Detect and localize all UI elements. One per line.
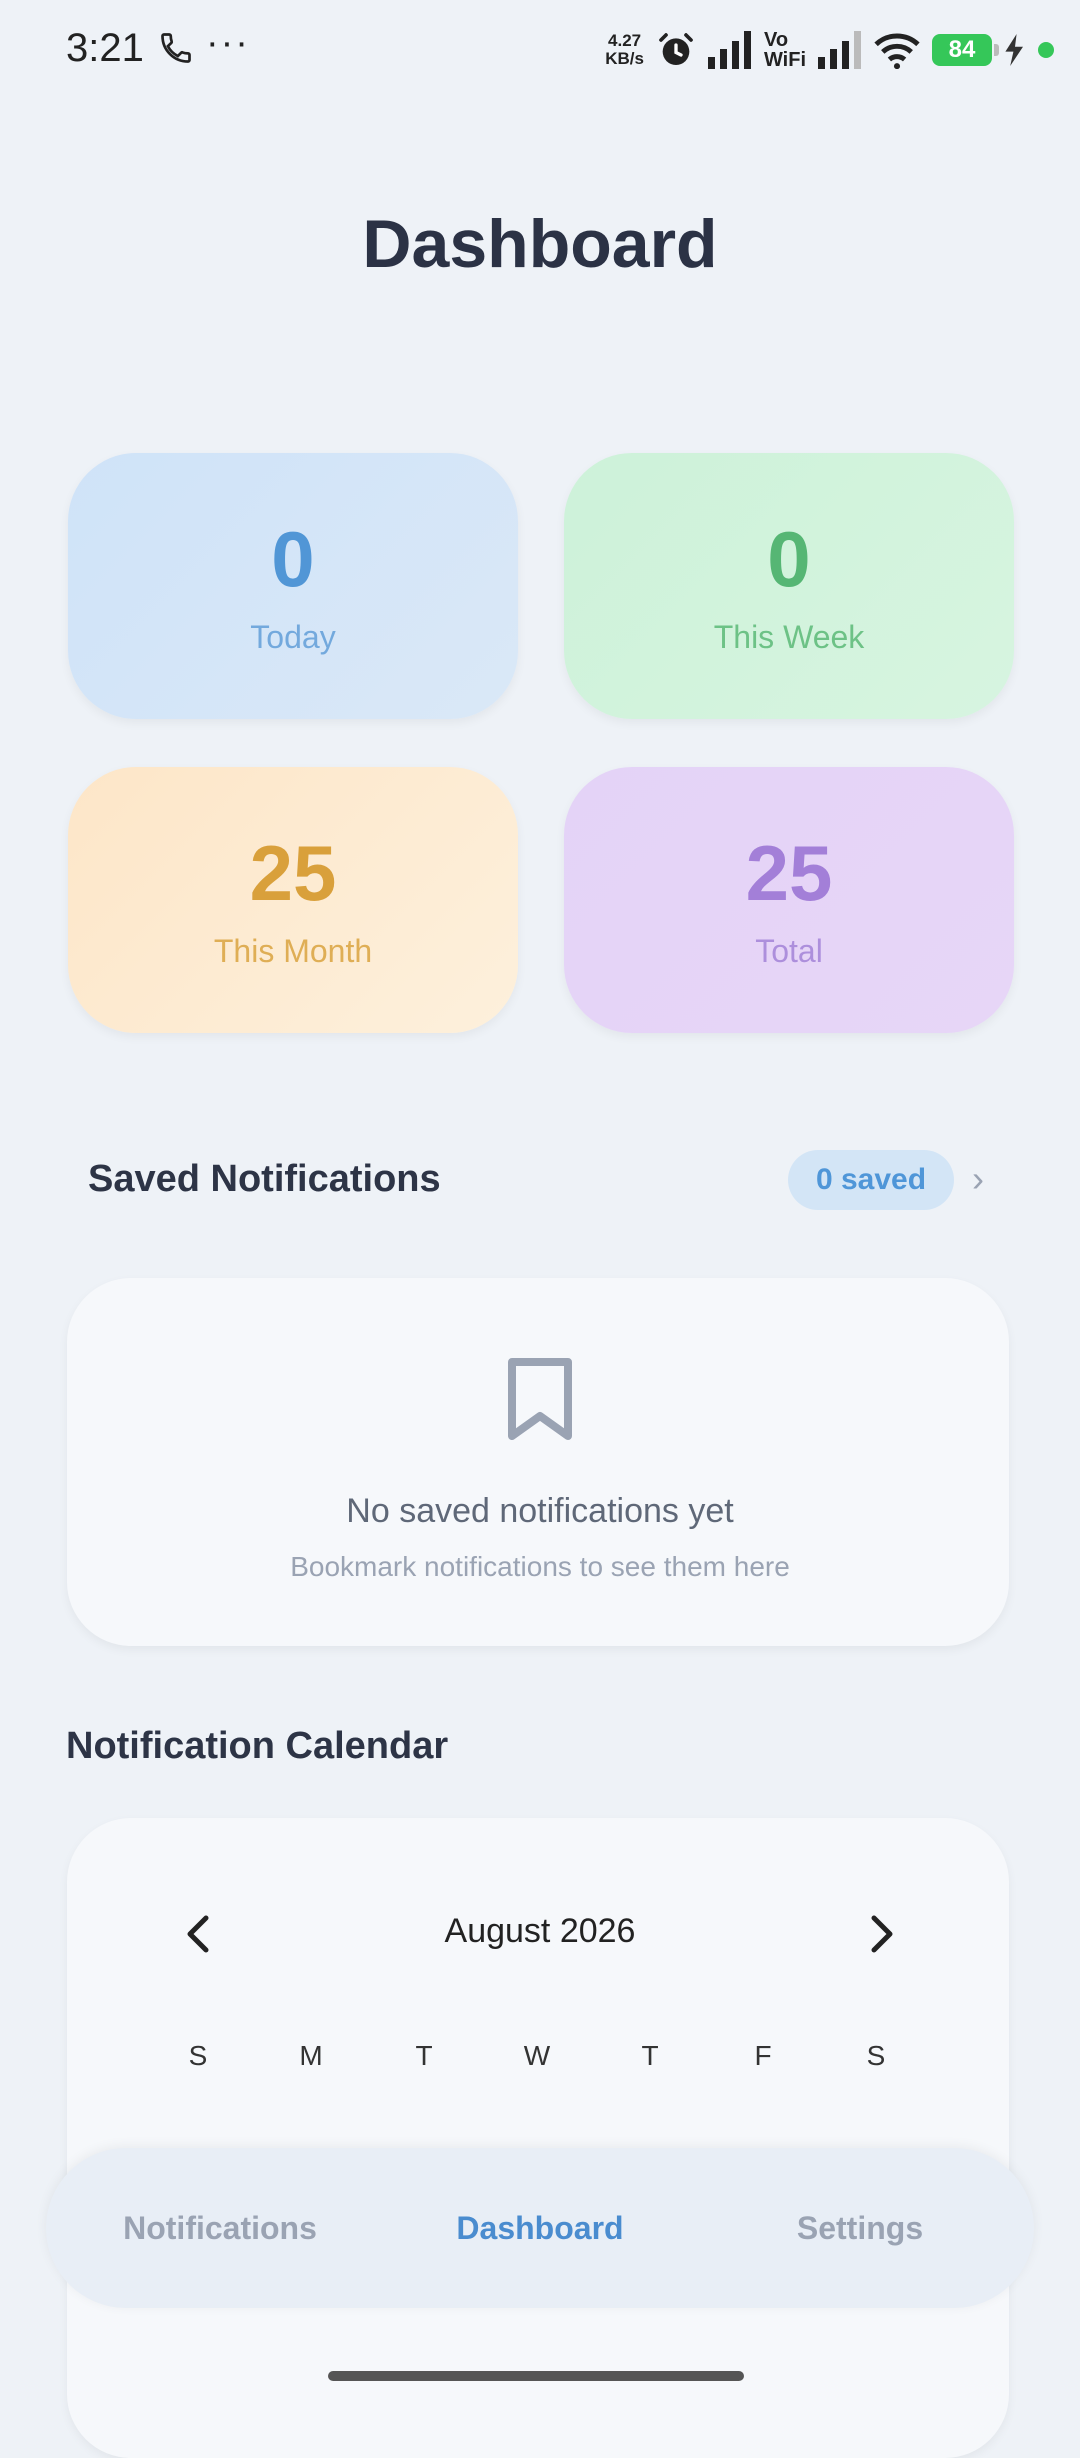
- status-time: 3:21: [66, 26, 144, 70]
- status-icons: 4.27 KB/s Vo WiFi 84: [605, 24, 1054, 76]
- saved-empty-card: [67, 1278, 1009, 1646]
- network-speed: 4.27 KB/s: [605, 32, 644, 68]
- weekday-label: S: [188, 2040, 208, 2071]
- signal-icon: [707, 31, 751, 69]
- alarm-icon: [659, 33, 693, 65]
- weekday-label: T: [641, 2040, 659, 2071]
- stat-month-value: 25: [249, 828, 337, 917]
- wifi-icon: [874, 33, 920, 69]
- privacy-dot-icon: [1038, 42, 1054, 58]
- signal-2-icon: [818, 31, 861, 69]
- stat-month-label: This Month: [213, 932, 373, 969]
- stat-today-label: Today: [250, 618, 336, 655]
- empty-state-title: No saved notifications yet: [346, 1492, 734, 1530]
- stat-week-label: This Week: [713, 618, 865, 655]
- vowifi-indicator: Vo WiFi: [764, 30, 806, 70]
- page-title: Dashboard: [362, 206, 718, 282]
- calendar-month-label: August 2026: [444, 1912, 636, 1950]
- stat-card-total[interactable]: 25 Total: [564, 767, 1014, 1033]
- nav-settings[interactable]: Settings: [700, 2148, 1020, 2308]
- stat-card-month[interactable]: 25 This Month: [68, 767, 518, 1033]
- stat-card-today[interactable]: 0 Today: [68, 453, 518, 719]
- stat-today-value: 0: [271, 514, 315, 603]
- home-indicator[interactable]: [328, 2371, 744, 2381]
- saved-count-badge[interactable]: 0 saved: [788, 1150, 954, 1210]
- calendar-title: Notification Calendar: [66, 1725, 449, 1767]
- chevron-right-icon[interactable]: [862, 1910, 902, 1958]
- weekday-label: S: [866, 2040, 886, 2071]
- weekday-label: T: [415, 2040, 433, 2071]
- wifi-text: WiFi: [763, 49, 806, 71]
- phone-icon: [161, 33, 191, 63]
- bookmark-icon: [508, 1358, 572, 1440]
- weekday-label: M: [299, 2040, 323, 2071]
- battery-icon: 84: [932, 34, 999, 66]
- empty-state-subtitle: Bookmark notifications to see them here: [290, 1551, 790, 1582]
- charging-bolt-icon: [1005, 34, 1023, 66]
- vo-text: Vo: [763, 29, 789, 51]
- saved-notifications-title: Saved Notifications: [88, 1158, 441, 1200]
- nav-notifications[interactable]: Notifications: [60, 2148, 380, 2308]
- speed-value: 4.27: [608, 31, 642, 50]
- status-bar: 3:21 ··· 4.27 KB/s Vo WiFi 84: [0, 0, 1080, 100]
- weekday-label: F: [754, 2040, 772, 2071]
- more-dots-icon: ···: [206, 22, 250, 64]
- stat-total-value: 25: [745, 828, 833, 917]
- chevron-right-icon[interactable]: ›: [972, 1158, 984, 1200]
- stat-total-label: Total: [755, 932, 823, 969]
- nav-dashboard[interactable]: Dashboard: [380, 2148, 700, 2308]
- stat-week-value: 0: [767, 514, 811, 603]
- stat-card-week[interactable]: 0 This Week: [564, 453, 1014, 719]
- weekday-label: W: [523, 2040, 551, 2071]
- speed-unit: KB/s: [605, 49, 644, 68]
